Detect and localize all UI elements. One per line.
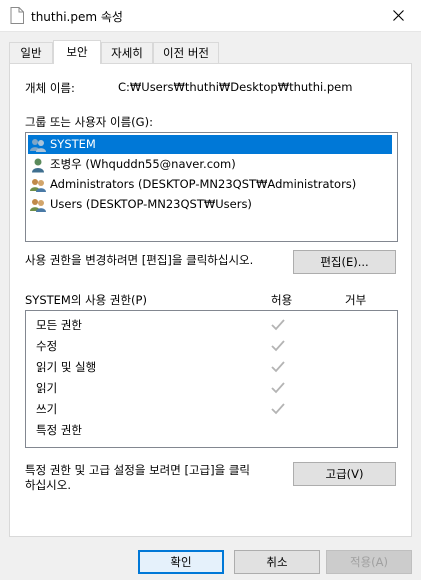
list-item[interactable]: SYSTEM xyxy=(28,135,392,154)
close-button[interactable] xyxy=(375,0,421,31)
file-icon xyxy=(10,7,24,24)
group-name: Users (DESKTOP-MN23QST₩Users) xyxy=(50,197,252,211)
permission-name: 수정 xyxy=(36,339,58,353)
group-icon xyxy=(30,138,46,152)
permission-row: 읽기 xyxy=(26,378,397,399)
group-icon xyxy=(30,178,46,192)
permission-name: 모든 권한 xyxy=(36,318,82,332)
tab-details[interactable]: 자세히 xyxy=(101,42,153,63)
ok-button[interactable]: 확인 xyxy=(138,550,224,574)
title-bar: thuthi.pem 속성 xyxy=(0,0,421,32)
advanced-button[interactable]: 고급(V) xyxy=(293,462,396,486)
groups-listbox[interactable]: SYSTEM 조병우 (Whquddn55@naver.com) Adminis… xyxy=(25,132,398,242)
tab-previous-versions[interactable]: 이전 버전 xyxy=(153,42,219,63)
tab-security[interactable]: 보안 xyxy=(53,40,101,64)
permission-name: 쓰기 xyxy=(36,402,58,416)
check-icon xyxy=(271,319,285,331)
cancel-button[interactable]: 취소 xyxy=(234,550,320,574)
user-icon xyxy=(32,158,44,172)
list-item[interactable]: 조병우 (Whquddn55@naver.com) xyxy=(28,155,392,174)
object-name-value: C:₩Users₩thuthi₩Desktop₩thuthi.pem xyxy=(118,80,353,94)
list-item[interactable]: Users (DESKTOP-MN23QST₩Users) xyxy=(28,195,392,214)
permission-row: 읽기 및 실행 xyxy=(26,357,397,378)
list-item[interactable]: Administrators (DESKTOP-MN23QST₩Administ… xyxy=(28,175,392,194)
security-panel: 개체 이름: C:₩Users₩thuthi₩Desktop₩thuthi.pe… xyxy=(9,63,412,537)
advanced-hint-line1: 특정 권한 및 고급 설정을 보려면 [고급]을 클릭 xyxy=(25,463,250,477)
group-name: 조병우 (Whquddn55@naver.com) xyxy=(50,157,236,171)
permission-name: 읽기 xyxy=(36,381,58,395)
deny-header: 거부 xyxy=(345,293,367,307)
permission-row: 수정 xyxy=(26,336,397,357)
check-icon xyxy=(271,361,285,373)
permission-row: 쓰기 xyxy=(26,399,397,420)
check-icon xyxy=(271,340,285,352)
group-name: Administrators (DESKTOP-MN23QST₩Administ… xyxy=(50,177,357,191)
advanced-hint-line2: 하십시오. xyxy=(25,478,71,492)
permission-name: 읽기 및 실행 xyxy=(36,360,97,374)
object-name-label: 개체 이름: xyxy=(25,81,75,95)
close-icon xyxy=(392,10,404,21)
group-icon xyxy=(30,198,46,212)
groups-label: 그룹 또는 사용자 이름(G): xyxy=(25,115,153,129)
edit-hint: 사용 권한을 변경하려면 [편집]을 클릭하십시오. xyxy=(25,253,254,267)
tab-general[interactable]: 일반 xyxy=(9,42,53,63)
permissions-list: 모든 권한 수정 읽기 및 실행 읽기 쓰기 특정 권한 xyxy=(25,310,398,448)
permission-row: 모든 권한 xyxy=(26,315,397,336)
permission-name: 특정 권한 xyxy=(36,423,82,437)
check-icon xyxy=(271,403,285,415)
window-title: thuthi.pem 속성 xyxy=(31,10,123,24)
permissions-label: SYSTEM의 사용 권한(P) xyxy=(25,293,147,307)
permission-row: 특정 권한 xyxy=(26,420,397,441)
apply-button[interactable]: 적용(A) xyxy=(326,550,412,574)
group-name: SYSTEM xyxy=(48,135,98,154)
edit-button[interactable]: 편집(E)... xyxy=(293,250,396,274)
check-icon xyxy=(271,382,285,394)
allow-header: 허용 xyxy=(271,293,293,307)
